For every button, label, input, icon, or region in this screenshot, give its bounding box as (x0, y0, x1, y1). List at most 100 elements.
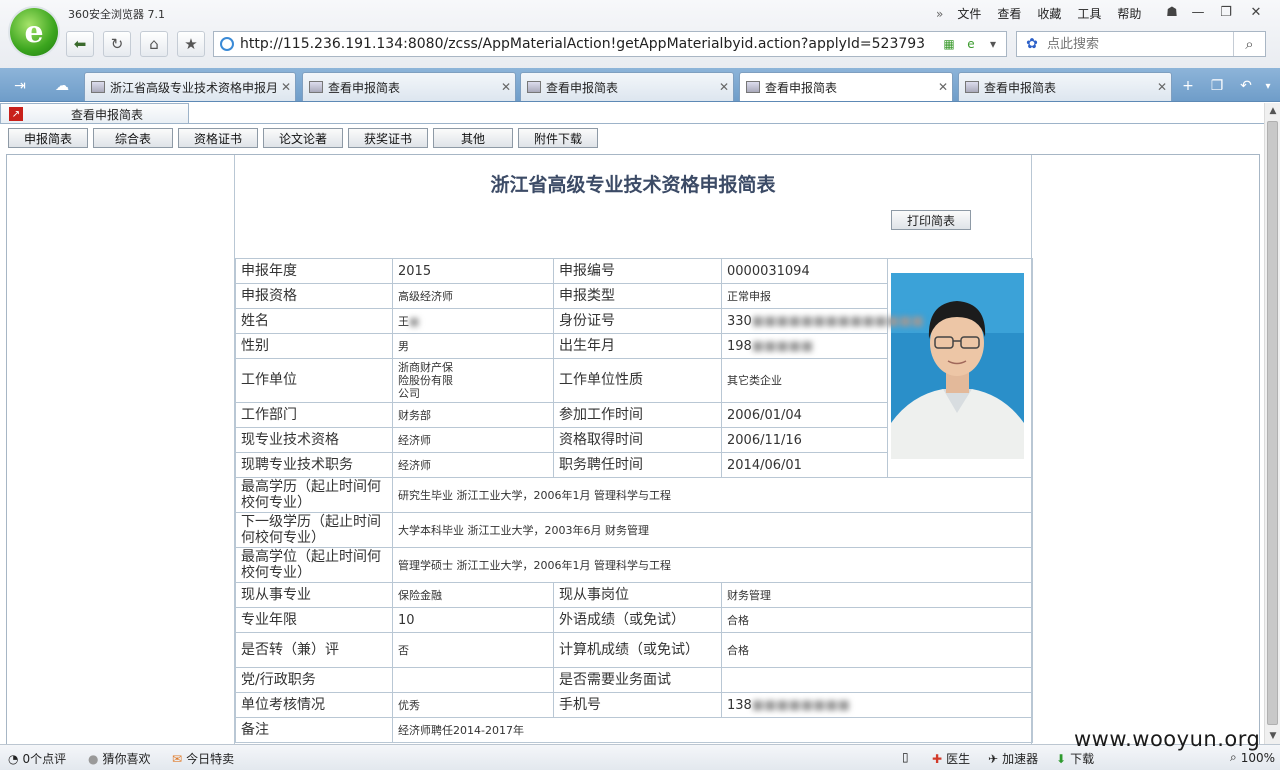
tab-4-active[interactable]: 查看申报简表 ✕ (739, 72, 953, 101)
field-label: 身份证号 (553, 308, 722, 334)
accelerator-status[interactable]: ✈ 加速器 (988, 750, 1038, 767)
address-bar[interactable]: http://115.236.191.134:8080/zcss/AppMate… (213, 31, 1007, 57)
today-status[interactable]: ✉ 今日特卖 (172, 750, 234, 767)
qr-icon[interactable]: ▦ (940, 35, 958, 53)
sidebar-toggle-icon[interactable]: ⇥ (8, 76, 32, 96)
tab-2[interactable]: 查看申报简表 ✕ (302, 72, 516, 101)
field-label: 工作单位 (235, 358, 393, 403)
close-tab-icon[interactable]: ✕ (934, 80, 952, 94)
field-label: 资格取得时间 (553, 427, 722, 453)
guess-status[interactable]: ● 猜你喜欢 (88, 750, 151, 767)
inner-tab[interactable]: ↗ 查看申报简表 (0, 103, 189, 124)
field-label: 参加工作时间 (553, 402, 722, 428)
scroll-up-icon[interactable]: ▲ (1265, 103, 1280, 119)
download-icon: ⬇ (1056, 751, 1067, 766)
field-value: 高级经济师 (392, 283, 554, 309)
nav-overall-button[interactable]: 综合表 (93, 128, 173, 148)
new-tab-icon[interactable]: + (1176, 76, 1200, 96)
gift-icon: ✉ (172, 751, 183, 766)
address-url[interactable]: http://115.236.191.134:8080/zcss/AppMate… (240, 36, 925, 52)
nav-awards-button[interactable]: 获奖证书 (348, 128, 428, 148)
comments-status[interactable]: ◔ 0个点评 (8, 750, 66, 767)
field-label: 专业年限 (235, 607, 393, 633)
nav-attachment-button[interactable]: 附件下载 (518, 128, 598, 148)
close-tab-icon[interactable]: ✕ (497, 80, 515, 94)
field-value: 330■■■■■■■■■■■■■■ (721, 308, 924, 334)
field-label: 外语成绩（或免试） (553, 607, 722, 633)
redacted-mark: ■ (409, 314, 420, 328)
field-value: 研究生毕业 浙江工业大学，2006年1月 管理科学与工程 (392, 477, 1033, 513)
field-label: 党/行政职务 (235, 667, 393, 693)
close-tab-icon[interactable]: ✕ (1153, 80, 1171, 94)
nav-other-button[interactable]: 其他 (433, 128, 513, 148)
comments-label: 0个点评 (22, 752, 67, 766)
vertical-scrollbar[interactable]: ▲ ▼ (1264, 103, 1280, 744)
table-row: 现从事专业 保险金融 现从事岗位 财务管理 (235, 582, 1033, 608)
tab-menu-icon[interactable]: ▾ (1256, 76, 1280, 96)
nav-summary-button[interactable]: 申报简表 (8, 128, 88, 148)
ie-mode-icon[interactable]: e (962, 35, 980, 53)
field-label: 出生年月 (553, 333, 722, 359)
search-input[interactable] (1047, 33, 1225, 55)
nav-papers-button[interactable]: 论文论著 (263, 128, 343, 148)
table-row: 是否转（兼）评 否 计算机成绩（或免试） 合格 (235, 632, 1033, 668)
home-icon[interactable]: ⌂ (140, 31, 168, 57)
undo-close-icon[interactable]: ↶ (1234, 76, 1258, 96)
back-icon[interactable]: ⬅ (66, 31, 94, 57)
menu-view[interactable]: 查看 (997, 5, 1021, 22)
cloud-icon[interactable]: ☁ (50, 76, 74, 96)
minimize-icon[interactable]: — (1184, 2, 1212, 22)
close-tab-icon[interactable]: ✕ (715, 80, 733, 94)
tab-1[interactable]: 浙江省高级专业技术资格申报月 ✕ (84, 72, 296, 101)
zoom-label: 100% (1240, 750, 1276, 765)
download-status[interactable]: ⬇ 下载 (1056, 750, 1094, 767)
field-label: 姓名 (235, 308, 393, 334)
nav-certificate-button[interactable]: 资格证书 (178, 128, 258, 148)
menu-bar: » 文件 查看 收藏 工具 帮助 (936, 5, 1157, 22)
menu-favorites[interactable]: 收藏 (1037, 5, 1061, 22)
phone-status[interactable]: ▯ (902, 750, 913, 764)
tab-title: 浙江省高级专业技术资格申报月 (110, 80, 277, 95)
tab-5[interactable]: 查看申报简表 ✕ (958, 72, 1172, 101)
tab-title: 查看申报简表 (328, 80, 401, 95)
restore-icon[interactable]: ❐ (1212, 2, 1240, 22)
search-engine-icon[interactable]: ✿ (1017, 32, 1047, 56)
refresh-icon[interactable]: ↻ (103, 31, 131, 57)
field-value: 138■■■■■■■■ (721, 692, 1033, 718)
search-icon[interactable]: ⌕ (1233, 32, 1265, 56)
unit-value: 浙商财产保险股份有限公司 (398, 361, 453, 400)
doctor-status[interactable]: ✚ 医生 (932, 750, 970, 767)
menu-file[interactable]: 文件 (957, 5, 981, 22)
dot-icon: ● (88, 751, 99, 766)
search-box[interactable]: ✿ ⌕ (1016, 31, 1266, 57)
tab-title: 查看申报简表 (984, 80, 1057, 95)
menu-help[interactable]: 帮助 (1117, 5, 1141, 22)
arrow-icon: ↗ (9, 107, 23, 121)
menu-expand-icon[interactable]: » (936, 7, 943, 21)
close-tab-icon[interactable]: ✕ (277, 80, 295, 94)
watermark-text: www.wooyun.org (1074, 727, 1261, 751)
close-window-icon[interactable]: ✕ (1242, 2, 1270, 22)
field-value: 2014/06/01 (721, 452, 888, 478)
print-button[interactable]: 打印简表 (891, 210, 971, 230)
page-icon (91, 81, 105, 93)
tab-3[interactable]: 查看申报简表 ✕ (520, 72, 734, 101)
tab-list-icon[interactable]: ❐ (1205, 76, 1229, 96)
tab-title: 查看申报简表 (765, 80, 838, 95)
field-label: 单位考核情况 (235, 692, 393, 718)
field-label: 申报类型 (553, 283, 722, 309)
skin-icon[interactable]: ☗ (1158, 2, 1186, 22)
phone-value: 138 (727, 697, 752, 713)
field-label: 是否转（兼）评 (235, 632, 393, 668)
table-row: 备注 经济师聘任2014-2017年 (235, 717, 1033, 743)
favorite-star-icon[interactable]: ★ (177, 31, 205, 57)
address-dropdown-icon[interactable]: ▾ (984, 35, 1002, 53)
scroll-down-icon[interactable]: ▼ (1265, 728, 1280, 744)
menu-tools[interactable]: 工具 (1077, 5, 1101, 22)
field-label: 职务聘任时间 (553, 452, 722, 478)
field-label: 最高学位（起止时间何校何专业） (235, 547, 393, 583)
scroll-thumb[interactable] (1267, 121, 1278, 725)
zoom-status[interactable]: ⌕ 100% (1230, 750, 1275, 765)
page-icon (746, 81, 760, 93)
redacted-mark: ■■■■■■■■■■■■■■ (751, 313, 924, 329)
